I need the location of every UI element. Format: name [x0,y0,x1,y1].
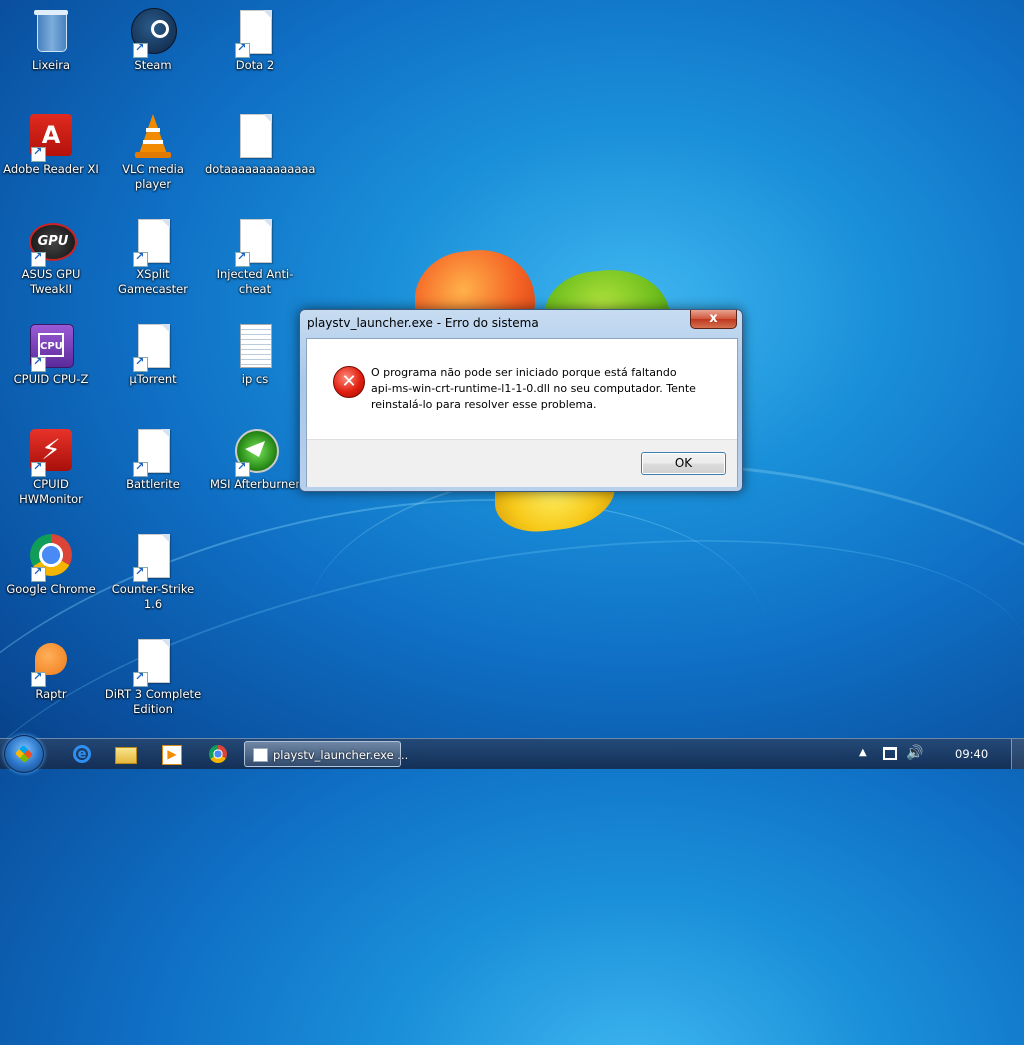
icon-label: µTorrent [129,372,177,386]
dialog-footer: OK [307,439,737,487]
cpu-z-icon: CPU [27,322,75,372]
icon-label: Lixeira [31,58,71,72]
icon-label: Battlerite [126,477,180,491]
document-icon [129,322,177,372]
media-player-icon: ▶ [162,745,182,765]
desktop-icon-msi-afterburner[interactable]: MSI Afterburner [205,427,305,492]
show-desktop-button[interactable] [1011,739,1024,769]
icon-label: Raptr [35,687,67,701]
desktop-icon-google-chrome[interactable]: Google Chrome [1,532,101,597]
document-icon [129,427,177,477]
icon-label: DiRT 3 Complete Edition [104,687,202,716]
ok-button[interactable]: OK [641,452,726,475]
document-icon [231,112,279,160]
desktop-icon-utorrent[interactable]: µTorrent [103,322,203,387]
desktop-icon-battlerite[interactable]: Battlerite [103,427,203,492]
document-icon [231,217,279,267]
error-icon: ✕ [333,366,365,398]
taskbar-task-playstv[interactable]: playstv_launcher.exe ... [244,741,408,767]
desktop-icon-injected-anti-cheat[interactable]: Injected Anti-cheat [205,217,305,297]
desktop-icon-lixeira[interactable]: Lixeira [1,8,101,73]
taskbar-explorer[interactable] [106,742,146,766]
chrome-icon [209,745,227,763]
task-label: playstv_launcher.exe ... [273,748,409,762]
adobe-reader-icon: A [27,112,75,162]
desktop-icon-hwmonitor[interactable]: ⚡ CPUID HWMonitor [1,427,101,507]
desktop-icon-dirt3[interactable]: DiRT 3 Complete Edition [103,637,203,717]
taskbar: e ▶ playstv_launcher.exe ... ▲ 🔊 09:40 [0,735,1024,773]
recycle-bin-icon [27,8,75,56]
error-message: O programa não pode ser iniciado porque … [371,365,721,413]
icon-label: Dota 2 [235,58,275,72]
internet-explorer-icon: e [73,745,91,763]
icon-label: ASUS GPU TweakII [21,267,81,296]
desktop-icon-raptr[interactable]: Raptr [1,637,101,702]
network-icon[interactable] [883,747,897,760]
window-icon [253,748,268,762]
icon-label: XSplit Gamecaster [118,267,188,296]
text-file-icon [231,322,279,370]
steam-icon [129,8,177,58]
close-button[interactable]: x [690,310,737,329]
desktop-icon-steam[interactable]: Steam [103,8,203,73]
error-message-line: api-ms-win-crt-runtime-l1-1-0.dll no seu… [371,382,696,395]
document-icon [129,637,177,687]
error-message-line: O programa não pode ser iniciado porque … [371,366,677,379]
icon-label: dotaaaaaaaaaaaaa [205,162,316,176]
icon-label: VLC media player [122,162,184,191]
desktop-icon-vlc[interactable]: VLC media player [103,112,203,192]
clock[interactable]: 09:40 [955,747,988,761]
folder-icon [115,747,137,764]
desktop-icon-counter-strike[interactable]: Counter-Strike 1.6 [103,532,203,612]
desktop-icon-adobe-reader[interactable]: A Adobe Reader XI [1,112,101,177]
taskbar-chrome[interactable] [198,742,238,766]
desktop-icon-ip-cs[interactable]: ip cs [205,322,305,387]
gpu-tweak-icon: GPU [27,217,77,267]
raptr-icon [27,637,75,687]
document-icon [129,532,177,582]
desktop-icon-xsplit[interactable]: XSplit Gamecaster [103,217,203,297]
volume-icon[interactable]: 🔊 [906,745,923,761]
icon-label: Steam [134,58,172,72]
start-button[interactable] [4,735,44,773]
error-message-line: reinstalá-lo para resolver esse problema… [371,398,597,411]
dialog-title: playstv_launcher.exe - Erro do sistema [307,316,539,330]
icon-label: Injected Anti-cheat [216,267,294,296]
chrome-icon [27,532,75,582]
msi-afterburner-icon [231,427,279,477]
taskbar-internet-explorer[interactable]: e [62,742,102,766]
vlc-cone-icon [129,112,177,160]
document-icon [129,217,177,267]
dialog-body: ✕ O programa não pode ser iniciado porqu… [306,338,738,487]
icon-label: MSI Afterburner [209,477,301,491]
icon-label: Google Chrome [6,582,96,596]
icon-label: Counter-Strike 1.6 [111,582,195,611]
tray-expand-icon[interactable]: ▲ [859,747,867,758]
desktop-icon-dotaaa[interactable]: dotaaaaaaaaaaaaa [205,112,316,177]
desktop-icon-cpu-z[interactable]: CPU CPUID CPU-Z [1,322,101,387]
icon-label: ip cs [241,372,269,386]
icon-label: CPUID CPU-Z [13,372,89,386]
icon-label: CPUID HWMonitor [19,477,83,506]
desktop-icon-asus-gpu-tweak[interactable]: GPU ASUS GPU TweakII [1,217,101,297]
taskbar-media-player[interactable]: ▶ [152,742,192,766]
document-icon [231,8,279,58]
error-dialog[interactable]: playstv_launcher.exe - Erro do sistema x… [299,309,743,492]
hwmonitor-icon: ⚡ [27,427,75,477]
desktop-icon-dota2[interactable]: Dota 2 [205,8,305,73]
message-area: ✕ O programa não pode ser iniciado porqu… [307,339,737,439]
icon-label: Adobe Reader XI [3,162,99,176]
